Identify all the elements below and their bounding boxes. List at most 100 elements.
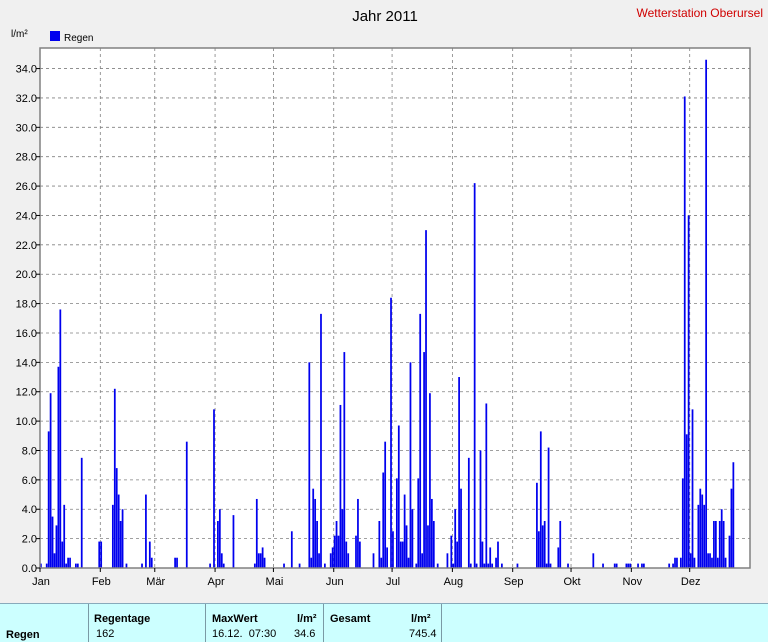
bar <box>378 520 381 568</box>
bar <box>450 535 453 568</box>
bar <box>345 541 348 568</box>
rain-chart: Jahr 2011 Wetterstation Oberursel l/m² R… <box>0 0 768 603</box>
bar <box>718 520 721 568</box>
bar <box>454 509 457 568</box>
bar <box>382 472 385 568</box>
regentage-header: Regentage <box>94 613 151 625</box>
bar <box>259 553 262 568</box>
bar <box>714 520 717 568</box>
bar <box>355 535 357 568</box>
bar <box>592 553 595 568</box>
bar <box>543 520 546 568</box>
bar <box>213 409 215 568</box>
bar <box>409 362 412 568</box>
bar <box>312 488 315 568</box>
bar <box>100 541 103 568</box>
bar <box>427 525 429 568</box>
bar <box>57 366 60 568</box>
table-divider <box>205 604 206 642</box>
bar <box>290 531 293 568</box>
bar <box>689 553 692 568</box>
bar <box>429 393 431 568</box>
bar <box>419 313 422 568</box>
bar <box>47 431 50 568</box>
bar <box>559 520 562 568</box>
bar <box>185 441 188 568</box>
bar <box>676 557 678 568</box>
y-tick-label: 2.0 <box>22 534 37 546</box>
bar <box>485 403 488 568</box>
bar <box>49 393 52 568</box>
bar <box>446 553 449 568</box>
bar <box>541 525 544 568</box>
bar <box>537 531 540 568</box>
x-tick-label: Jun <box>326 576 344 588</box>
y-tick-label: 28.0 <box>16 152 37 164</box>
table-divider <box>323 604 324 642</box>
bar <box>701 494 704 568</box>
bar <box>392 531 394 568</box>
bar <box>343 352 346 568</box>
bar <box>53 553 56 568</box>
bar <box>557 547 560 568</box>
bar <box>683 96 686 568</box>
y-tick-label: 34.0 <box>16 64 37 76</box>
bar <box>432 520 435 568</box>
gesamt-value: 745.4 <box>409 628 437 640</box>
row-label: Regen <box>6 629 40 641</box>
x-tick-label: Jan <box>32 576 50 588</box>
y-axis-unit: l/m² <box>11 29 28 40</box>
bar <box>705 59 708 568</box>
bar <box>390 297 392 568</box>
bar <box>703 504 706 568</box>
bar <box>539 431 542 568</box>
gesamt-header: Gesamt <box>330 613 371 625</box>
summary-table: Regentage MaxWert l/m² Gesamt l/m² Regen… <box>0 603 768 642</box>
bar <box>384 441 387 568</box>
x-tick-label: Sep <box>504 576 524 588</box>
bar <box>359 541 361 568</box>
bar <box>329 553 332 568</box>
bar <box>119 520 122 568</box>
bar <box>314 498 317 568</box>
y-tick-label: 16.0 <box>16 328 37 340</box>
legend-swatch <box>50 31 60 41</box>
x-tick-label: Dez <box>681 576 701 588</box>
bar <box>69 557 71 568</box>
y-tick-label: 10.0 <box>16 416 37 428</box>
bar <box>148 541 151 568</box>
x-tick-label: Okt <box>563 576 580 588</box>
bar <box>217 520 219 568</box>
bar <box>547 447 550 568</box>
bar <box>380 557 383 568</box>
y-tick-label: 26.0 <box>16 181 37 193</box>
bar <box>709 553 711 568</box>
bar <box>339 404 342 568</box>
x-tick-label: Aug <box>444 576 464 588</box>
plot-area <box>40 48 750 568</box>
y-tick-label: 24.0 <box>16 210 37 222</box>
bar <box>467 457 470 568</box>
bar <box>341 509 344 568</box>
bar <box>335 520 338 568</box>
bar <box>421 553 424 568</box>
bar <box>728 535 731 568</box>
x-tick-label: Nov <box>623 576 643 588</box>
bar <box>80 457 83 568</box>
bar <box>679 557 682 568</box>
bar <box>174 557 176 568</box>
bar <box>460 488 462 568</box>
bar <box>308 362 311 568</box>
bar <box>318 553 320 568</box>
bar <box>347 553 350 568</box>
bar <box>430 498 433 568</box>
bar <box>333 535 336 568</box>
bar <box>386 547 388 568</box>
bar <box>51 516 54 568</box>
bar <box>218 509 221 568</box>
x-tick-label: Apr <box>208 576 225 588</box>
x-tick-label: Mai <box>266 576 284 588</box>
bar <box>699 488 702 568</box>
x-tick-label: Jul <box>386 576 400 588</box>
maxwert-unit: l/m² <box>297 613 317 625</box>
